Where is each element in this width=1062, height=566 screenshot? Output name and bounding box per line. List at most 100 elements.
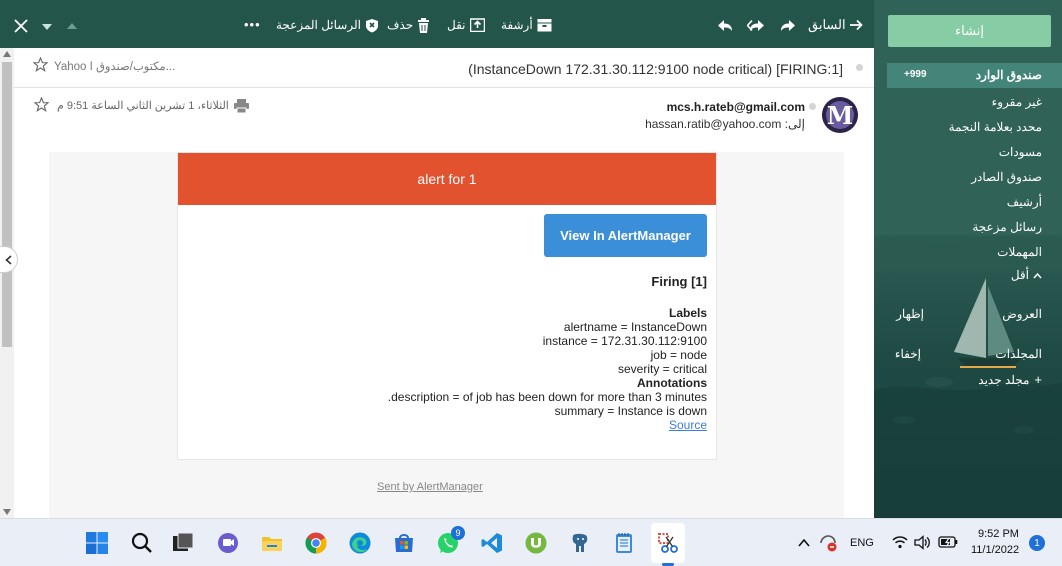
collapse-pane-button[interactable] (0, 246, 18, 273)
folders-label: المجلدات (995, 347, 1042, 361)
star-icon[interactable] (33, 57, 48, 72)
recipient-prefix: إلى: (784, 117, 805, 131)
back-label: السابق (808, 17, 846, 32)
scroll-down-icon[interactable] (3, 509, 11, 515)
sidebar-item-inbox[interactable]: صندوق الوارد +999 (887, 63, 1062, 88)
archive-icon (537, 19, 552, 32)
caret-down-icon (42, 24, 52, 30)
windows-start-icon[interactable] (85, 531, 109, 555)
chrome-icon[interactable] (304, 531, 328, 555)
avatar-letter: M (827, 101, 854, 130)
sender-email[interactable]: mcs.h.rateb@gmail.com (667, 100, 805, 114)
message-toolbar: ••• الرسائل المزعجة حذف نقل أرشفة السابق (0, 0, 874, 48)
source-link[interactable]: Source (669, 418, 707, 432)
forward-icon (781, 19, 795, 31)
archive-button[interactable]: أرشفة (501, 16, 552, 34)
reply-button[interactable] (717, 16, 733, 34)
sidebar-item-drafts[interactable]: مسودات (999, 145, 1042, 159)
vscode-icon[interactable] (480, 531, 504, 555)
trash-icon (418, 17, 430, 33)
compose-label: إنشاء (955, 23, 984, 38)
scroll-up-icon[interactable] (3, 51, 11, 57)
view-button-label: View In AlertManager (560, 228, 691, 243)
volume-icon[interactable] (914, 535, 931, 550)
sender-avatar[interactable]: M (822, 97, 858, 133)
edge-icon[interactable] (348, 531, 372, 555)
folder-path[interactable]: Yahoo مكتوب/صندوق ا... (54, 59, 175, 73)
alert-card: alert for 1 View In AlertManager Firing … (177, 152, 717, 460)
less-label: أقل (1010, 268, 1029, 282)
chevron-up-icon[interactable] (798, 539, 810, 547)
print-icon[interactable] (234, 99, 249, 113)
spam-button[interactable]: الرسائل المزعجة (276, 16, 379, 34)
sender-status-dot (809, 103, 816, 110)
back-button[interactable]: السابق (808, 16, 863, 34)
recipient-line[interactable]: إلى: hassan.ratib@yahoo.com (645, 117, 805, 131)
reply-all-button[interactable] (747, 16, 765, 34)
delete-button[interactable]: حذف (387, 16, 430, 34)
sidebar-item-spam[interactable]: رسائل مزعجة (972, 220, 1042, 234)
reply-icon (718, 19, 732, 31)
previous-message-button[interactable] (66, 17, 78, 35)
inbox-count-badge: +999 (904, 69, 927, 80)
network-blocked-icon[interactable] (819, 534, 837, 552)
chevron-up-icon (1033, 272, 1042, 279)
unread-dot[interactable] (856, 64, 863, 71)
battery-icon[interactable] (938, 535, 958, 549)
star-icon[interactable] (34, 97, 49, 112)
language-indicator[interactable]: ENG (850, 537, 874, 549)
more-icon: ••• (244, 16, 261, 32)
file-explorer-icon[interactable] (260, 531, 284, 555)
notification-badge[interactable]: 1 (1029, 535, 1045, 551)
delete-label: حذف (387, 18, 414, 32)
teams-chat-icon[interactable] (216, 531, 240, 555)
reply-all-icon (747, 19, 764, 31)
sidebar-item-sent[interactable]: صندوق الصادر (971, 170, 1042, 184)
forward-button[interactable] (780, 16, 796, 34)
notepad-icon[interactable] (612, 531, 636, 555)
microsoft-store-icon[interactable] (392, 531, 416, 555)
new-folder-button[interactable]: + مجلد جديد (978, 372, 1042, 387)
yahoo-mail-window: ••• الرسائل المزعجة حذف نقل أرشفة السابق… (0, 0, 1062, 566)
close-icon (14, 19, 28, 33)
scrollbar-thumb[interactable] (2, 62, 12, 347)
compose-button[interactable]: إنشاء (888, 15, 1051, 47)
annotation-line: .description = of job has been down for … (387, 390, 707, 404)
recipient-email: hassan.ratib@yahoo.com (645, 117, 782, 131)
close-button[interactable] (14, 17, 28, 35)
vertical-scrollbar[interactable] (0, 48, 14, 518)
alert-header: alert for 1 (178, 153, 716, 205)
message-date: الثلاثاء، 1 تشرين الثاني الساعة 9:51 م (57, 100, 229, 112)
clock-date[interactable]: 11/1/2022 (971, 544, 1019, 556)
search-icon[interactable] (130, 531, 154, 555)
folders-hide-link[interactable]: إخفاء (895, 347, 921, 361)
move-folder-icon (469, 18, 485, 32)
message-subject: (InstanceDown 172.31.30.112:9100 node cr… (468, 61, 843, 77)
wifi-icon[interactable] (892, 536, 908, 549)
move-label: نقل (447, 18, 466, 32)
caret-up-icon (67, 23, 77, 29)
archive-label: أرشفة (501, 18, 533, 32)
whatsapp-badge: 9 (451, 526, 465, 540)
offers-show-link[interactable]: إظهار (896, 307, 924, 321)
sidebar-item-unread[interactable]: غير مقروء (992, 95, 1042, 109)
sidebar-item-starred[interactable]: محدد بعلامة النجمة (949, 120, 1042, 134)
snipping-tool-icon[interactable] (656, 531, 680, 555)
more-button[interactable]: ••• (244, 15, 261, 33)
sidebar-item-less[interactable]: أقل (1011, 268, 1042, 282)
move-button[interactable]: نقل (447, 16, 485, 34)
windows-taskbar: 9 ENG 9:52 PM 11/1/2022 1 (0, 518, 1062, 566)
sent-by-link[interactable]: Sent by AlertManager (377, 481, 483, 493)
task-view-icon[interactable] (171, 531, 195, 555)
firing-count: Firing [1] (651, 274, 707, 289)
plus-icon: + (1034, 372, 1042, 387)
sidebar-item-trash[interactable]: المهملات (997, 245, 1042, 259)
pgadmin-elephant-icon[interactable] (568, 531, 592, 555)
label-line: severity = critical (617, 362, 707, 376)
utorrent-icon[interactable] (524, 531, 548, 555)
view-in-alertmanager-button[interactable]: View In AlertManager (544, 214, 707, 257)
label-line: instance = 172.31.30.112:9100 (542, 334, 707, 348)
sidebar-item-archive[interactable]: أرشيف (1007, 195, 1042, 209)
clock-time[interactable]: 9:52 PM (978, 528, 1019, 540)
next-message-button[interactable] (41, 18, 53, 36)
